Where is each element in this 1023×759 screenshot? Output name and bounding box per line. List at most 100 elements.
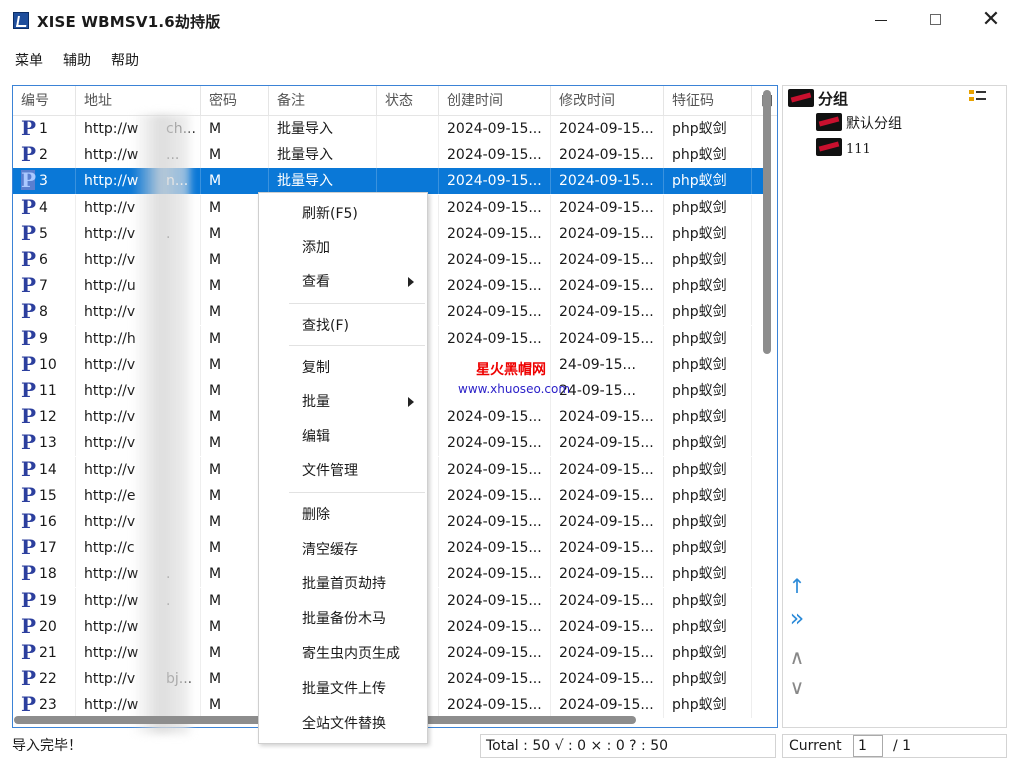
cell-modified: 2024-09-15... [551,194,664,221]
move-right-icon[interactable]: » [785,606,809,630]
cell-modified: 2024-09-15... [551,220,664,247]
context-menu-item[interactable]: 复制 [259,353,429,383]
tree-option-line [976,98,986,100]
context-menu-item[interactable]: 删除 [259,500,429,530]
row-url: http://w [84,697,139,714]
move-down-icon[interactable]: ∨ [785,675,809,699]
cell-id: P6 [13,247,76,273]
cell-modified: 2024-09-15... [551,561,664,588]
cell-created: 2024-09-15... [439,142,551,169]
context-menu-item[interactable]: 刷新(F5) [259,199,429,229]
cell-created: 2024-09-15... [439,430,551,457]
context-menu-item[interactable]: 批量首页劫持 [259,569,429,599]
cell-status [377,116,439,142]
tree-node-111[interactable]: 111 [816,138,871,160]
cell-password: M [201,168,269,195]
column-header-url[interactable]: 地址 [76,86,201,116]
php-icon: P [21,482,37,507]
cell-created: 2024-09-15... [439,561,551,588]
cell-signature: php蚁剑 [664,299,752,326]
context-menu-item[interactable]: 批量文件上传 [259,674,429,704]
cell-created: 2024-09-15... [439,613,551,640]
column-header-status[interactable]: 状态 [377,86,439,116]
cell-signature: php蚁剑 [664,194,752,221]
tree-node-default[interactable]: 默认分组 [816,113,902,135]
context-menu-label: 批量备份木马 [302,611,386,627]
php-icon: P [21,535,37,560]
cell-signature: php蚁剑 [664,509,752,535]
cell-signature: php蚁剑 [664,666,752,693]
table-row[interactable]: P2http://w...M批量导入2024-09-15...2024-09-1… [13,142,763,169]
row-url: http://v [84,225,136,242]
tree-node-root[interactable]: 分组 [788,88,848,110]
cell-created: 2024-09-15... [439,247,551,273]
move-top-icon[interactable]: ↑ [785,574,809,598]
minimize-button[interactable] [858,6,904,34]
cell-modified: 2024-09-15... [551,168,664,195]
context-menu-item[interactable]: 清空缓存 [259,535,429,565]
menu-item-assist[interactable]: 辅助 [63,50,91,70]
cell-id: P 10 [13,351,76,378]
cell-status [377,142,439,169]
php-icon: P [21,456,37,481]
context-menu-item[interactable]: 批量备份木马 [259,604,429,634]
cell-created: 2024-09-15... [439,168,551,195]
minimize-icon [875,20,887,21]
cell-created: 2024-09-15... [439,482,551,509]
table-row[interactable]: P1http://wch...M批量导入2024-09-15...2024-09… [13,116,763,142]
cell-signature: php蚁剑 [664,378,752,404]
current-page-input[interactable]: 1 [853,735,883,757]
cell-created: 2024-09-15... [439,220,551,247]
context-menu-item[interactable]: 寄生虫内页生成 [259,639,429,669]
cell-modified: 2024-09-15... [551,640,664,666]
column-header-id[interactable]: 编号 [13,86,76,116]
row-url: http://c [84,540,135,557]
cell-id: P 22 [13,666,76,693]
cell-id: P4 [13,194,76,221]
context-menu-item[interactable]: 查看 [259,267,429,297]
vertical-scrollbar[interactable] [763,90,771,354]
tree-options-icon[interactable] [967,88,987,104]
cell-id: P5 [13,220,76,247]
cell-id: P 13 [13,430,76,457]
context-menu-label: 文件管理 [302,463,358,479]
watermark-title: 星火黑帽网 [476,362,546,378]
column-header-password[interactable]: 密码 [201,86,269,116]
menu-item-help[interactable]: 帮助 [111,50,139,70]
context-menu-item[interactable]: 文件管理 [259,456,429,486]
row-id: 20 [39,618,57,635]
table-row[interactable]: P3http://wn...M批量导入2024-09-15...2024-09-… [13,168,763,195]
move-up-icon[interactable]: ∧ [785,645,809,669]
cell-id: P2 [13,142,76,169]
menu-item-menu[interactable]: 菜单 [15,50,43,70]
php-icon: P [21,220,37,245]
cell-created: 2024-09-15... [439,509,551,535]
cell-note: 批量导入 [269,116,377,142]
current-label: Current [789,738,842,754]
context-menu-item[interactable]: 查找(F) [259,311,429,341]
context-menu-item[interactable]: 添加 [259,233,429,263]
cell-modified: 2024-09-15... [551,509,664,535]
tree-node-label: 默认分组 [846,116,902,132]
close-button[interactable]: ✕ [968,6,1014,34]
row-url: http://w [84,645,139,661]
row-url: http://v [84,671,136,688]
cell-modified: 2024-09-15... [551,116,664,142]
column-header-modified[interactable]: 修改时间 [551,86,664,116]
context-menu-item[interactable]: 批量 [259,387,429,417]
row-id: 14 [39,461,57,478]
cell-id: P 12 [13,404,76,431]
row-url: http://v [84,461,136,478]
php-icon: P [21,273,37,298]
cell-note: 批量导入 [269,168,377,195]
cell-created: 2024-09-15... [439,587,551,614]
row-id: 8 [39,304,48,321]
column-header-note[interactable]: 备注 [269,86,377,116]
column-header-signature[interactable]: 特征码 [664,86,752,116]
row-url: http://v [84,199,136,216]
maximize-button[interactable] [913,6,959,34]
php-icon: P [21,351,37,376]
context-menu-item[interactable]: 编辑 [259,422,429,452]
column-header-created[interactable]: 创建时间 [439,86,551,116]
watermark-url: www.xhuoseo.com [458,382,571,396]
